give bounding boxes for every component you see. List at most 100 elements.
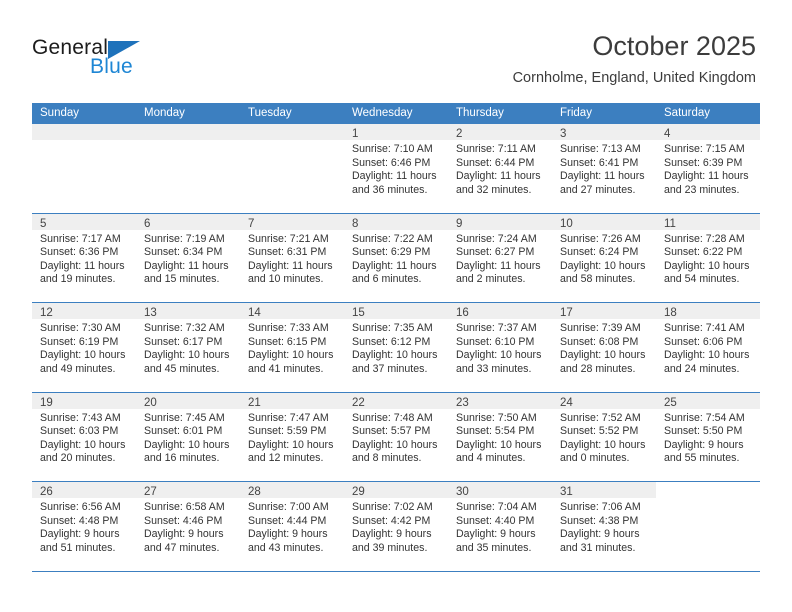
sunrise-time: Sunrise: 7:26 AM [560, 232, 641, 245]
sunrise-time: Sunrise: 7:21 AM [248, 232, 329, 245]
calendar-day-cell[interactable]: 23 Sunrise: 7:50 AM Sunset: 5:54 PM Dayligh… [448, 392, 552, 482]
sunset-time: Sunset: 4:42 PM [352, 514, 431, 527]
day-number-strip: 21 [240, 392, 344, 409]
daylight-duration-line2: and 19 minutes. [40, 273, 116, 286]
sunset-time: Sunset: 6:44 PM [456, 156, 535, 169]
daylight-duration-line2: and 12 minutes. [248, 452, 324, 465]
calendar-day-cell[interactable]: 13 Sunrise: 7:32 AM Sunset: 6:17 PM Dayligh… [136, 303, 240, 392]
day-number: 19 [40, 396, 53, 409]
calendar-day-cell[interactable]: 9 Sunrise: 7:24 AM Sunset: 6:27 PM Daylight… [448, 213, 552, 303]
calendar-day-cell[interactable]: 14 Sunrise: 7:33 AM Sunset: 6:15 PM Dayligh… [240, 303, 344, 392]
sunrise-time: Sunrise: 7:04 AM [456, 501, 537, 513]
calendar-day-cell[interactable]: 21 Sunrise: 7:47 AM Sunset: 5:59 PM Dayligh… [240, 392, 344, 482]
day-number: 28 [248, 486, 261, 498]
calendar-day-cell[interactable]: 17 Sunrise: 7:39 AM Sunset: 6:08 PM Dayligh… [552, 303, 656, 392]
calendar-day-cell[interactable]: 29 Sunrise: 7:02 AM Sunset: 4:42 PM Dayligh… [344, 482, 448, 571]
sunrise-time: Sunrise: 7:32 AM [144, 322, 225, 334]
sunset-time: Sunset: 6:46 PM [352, 156, 431, 169]
sunset-time: Sunset: 6:12 PM [352, 335, 431, 348]
daylight-duration-line2: and 6 minutes. [352, 273, 422, 286]
day-sun-details: Sunrise: 7:21 AM Sunset: 6:31 PM Daylight:… [240, 230, 344, 287]
weekday-header-monday: Monday [144, 107, 185, 119]
day-number-strip: 8 [344, 213, 448, 230]
sunset-time: Sunset: 5:50 PM [664, 425, 743, 438]
calendar-day-cell[interactable]: 10 Sunrise: 7:26 AM Sunset: 6:24 PM Dayligh… [552, 213, 656, 303]
calendar-day-cell[interactable]: 6 Sunrise: 7:19 AM Sunset: 6:34 PM Daylight… [136, 213, 240, 303]
calendar-day-cell[interactable]: 1 Sunrise: 7:10 AM Sunset: 6:46 PM Daylight… [344, 124, 448, 213]
calendar-day-cell[interactable]: 20 Sunrise: 7:45 AM Sunset: 6:01 PM Dayligh… [136, 392, 240, 482]
day-sun-details: Sunrise: 7:30 AM Sunset: 6:19 PM Daylight:… [32, 319, 136, 376]
daylight-duration-line1: Daylight: 11 hours [352, 259, 437, 272]
day-number: 8 [352, 217, 359, 230]
sunrise-time: Sunrise: 7:13 AM [560, 143, 641, 155]
sunset-time: Sunset: 6:17 PM [144, 335, 223, 348]
sunset-time: Sunset: 6:19 PM [40, 335, 119, 348]
calendar-day-cell[interactable]: 11 Sunrise: 7:28 AM Sunset: 6:22 PM Dayligh… [656, 213, 760, 303]
calendar-day-cell[interactable]: 30 Sunrise: 7:04 AM Sunset: 4:40 PM Dayligh… [448, 482, 552, 571]
day-sun-details: Sunrise: 7:39 AM Sunset: 6:08 PM Daylight:… [552, 319, 656, 376]
daylight-duration-line1: Daylight: 10 hours [352, 438, 438, 451]
day-number-strip: 28 [240, 482, 344, 498]
sunrise-time: Sunrise: 7:33 AM [248, 322, 329, 334]
day-number-strip: 17 [552, 303, 656, 319]
day-number: 15 [352, 307, 365, 319]
calendar-day-cell[interactable]: 18 Sunrise: 7:41 AM Sunset: 6:06 PM Dayligh… [656, 303, 760, 392]
day-sun-details: Sunrise: 7:26 AM Sunset: 6:24 PM Daylight:… [552, 230, 656, 287]
calendar-day-cell[interactable]: 4 Sunrise: 7:15 AM Sunset: 6:39 PM Daylight… [656, 124, 760, 213]
sunset-time: Sunset: 6:39 PM [664, 156, 743, 169]
calendar-day-cell[interactable]: 25 Sunrise: 7:54 AM Sunset: 5:50 PM Dayligh… [656, 392, 760, 482]
sunrise-time: Sunrise: 7:52 AM [560, 411, 641, 424]
sunrise-time: Sunrise: 7:28 AM [664, 232, 745, 245]
sunset-time: Sunset: 6:03 PM [40, 425, 119, 438]
day-number: 18 [664, 307, 677, 319]
calendar-day-cell[interactable]: 27 Sunrise: 6:58 AM Sunset: 4:46 PM Dayligh… [136, 482, 240, 571]
daylight-duration-line1: Daylight: 9 hours [456, 528, 536, 541]
calendar-day-cell[interactable]: 26 Sunrise: 6:56 AM Sunset: 4:48 PM Dayligh… [32, 482, 136, 571]
calendar-day-cell[interactable]: 15 Sunrise: 7:35 AM Sunset: 6:12 PM Dayligh… [344, 303, 448, 392]
day-number-strip: 10 [552, 213, 656, 230]
day-number-strip: 29 [344, 482, 448, 498]
day-number-strip: 31 [552, 482, 656, 498]
weekday-header-friday: Friday [560, 107, 592, 119]
sunset-time: Sunset: 6:10 PM [456, 335, 535, 348]
sunrise-time: Sunrise: 7:39 AM [560, 322, 641, 334]
calendar-day-cell[interactable]: 2 Sunrise: 7:11 AM Sunset: 6:44 PM Daylight… [448, 124, 552, 213]
general-blue-logo[interactable]: General Blue [32, 36, 222, 86]
calendar-week-row: 19 Sunrise: 7:43 AM Sunset: 6:03 PM Dayligh… [32, 392, 760, 482]
sunset-time: Sunset: 6:41 PM [560, 156, 639, 169]
daylight-duration-line1: Daylight: 11 hours [664, 170, 749, 183]
daylight-duration-line1: Daylight: 9 hours [144, 528, 224, 541]
calendar-day-cell[interactable]: 22 Sunrise: 7:48 AM Sunset: 5:57 PM Dayligh… [344, 392, 448, 482]
calendar-day-cell[interactable]: 31 Sunrise: 7:06 AM Sunset: 4:38 PM Dayligh… [552, 482, 656, 571]
calendar-day-cell[interactable]: 19 Sunrise: 7:43 AM Sunset: 6:03 PM Dayligh… [32, 392, 136, 482]
daylight-duration-line2: and 0 minutes. [560, 452, 630, 465]
day-number: 7 [248, 217, 255, 230]
calendar-day-cell[interactable]: 28 Sunrise: 7:00 AM Sunset: 4:44 PM Dayligh… [240, 482, 344, 571]
calendar-day-cell[interactable]: 8 Sunrise: 7:22 AM Sunset: 6:29 PM Daylight… [344, 213, 448, 303]
sunset-time: Sunset: 4:44 PM [248, 514, 327, 527]
day-number: 12 [40, 307, 53, 319]
daylight-duration-line2: and 23 minutes. [664, 183, 740, 196]
day-sun-details: Sunrise: 7:50 AM Sunset: 5:54 PM Daylight:… [448, 409, 552, 466]
calendar-day-cell[interactable]: 16 Sunrise: 7:37 AM Sunset: 6:10 PM Dayligh… [448, 303, 552, 392]
sunset-time: Sunset: 6:34 PM [144, 246, 223, 259]
calendar-day-cell[interactable]: 12 Sunrise: 7:30 AM Sunset: 6:19 PM Dayligh… [32, 303, 136, 392]
day-sun-details: Sunrise: 7:45 AM Sunset: 6:01 PM Daylight:… [136, 409, 240, 466]
sunrise-time: Sunrise: 7:10 AM [352, 143, 433, 155]
day-number-strip [136, 124, 240, 140]
calendar-day-cell[interactable]: 7 Sunrise: 7:21 AM Sunset: 6:31 PM Daylight… [240, 213, 344, 303]
sunrise-time: Sunrise: 7:30 AM [40, 322, 121, 334]
page-header: General Blue October 2025 Cornholme, Eng… [0, 0, 792, 102]
day-number: 6 [144, 217, 151, 230]
sunset-time: Sunset: 6:31 PM [248, 246, 327, 259]
day-number-strip: 23 [448, 392, 552, 409]
daylight-duration-line2: and 58 minutes. [560, 273, 636, 286]
location-subtitle: Cornholme, England, United Kingdom [512, 70, 756, 86]
day-sun-details: Sunrise: 7:24 AM Sunset: 6:27 PM Daylight:… [448, 230, 552, 287]
daylight-duration-line2: and 2 minutes. [456, 273, 526, 286]
day-number-strip [240, 124, 344, 140]
calendar-day-cell[interactable]: 5 Sunrise: 7:17 AM Sunset: 6:36 PM Daylight… [32, 213, 136, 303]
calendar-day-cell[interactable]: 3 Sunrise: 7:13 AM Sunset: 6:41 PM Daylight… [552, 124, 656, 213]
calendar-day-cell[interactable]: 24 Sunrise: 7:52 AM Sunset: 5:52 PM Dayligh… [552, 392, 656, 482]
weekday-header-sunday: Sunday [40, 107, 80, 119]
